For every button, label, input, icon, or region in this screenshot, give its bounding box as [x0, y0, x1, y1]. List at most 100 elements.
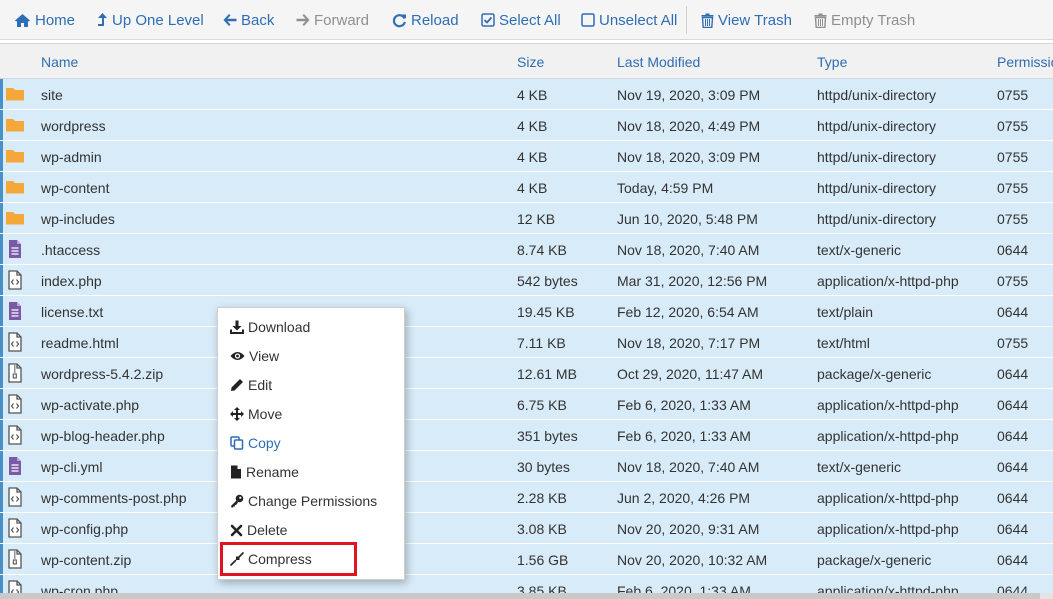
text-file-icon [5, 456, 25, 476]
table-row[interactable]: site 4 KB Nov 19, 2020, 3:09 PM httpd/unix-… [0, 79, 1053, 110]
unselect-all-button[interactable]: Unselect All [581, 10, 677, 30]
menu-item-change-permissions[interactable]: Change Permissions [230, 491, 377, 511]
cell-name: wordpress [41, 118, 106, 134]
cell-modified: Nov 18, 2020, 3:09 PM [617, 149, 761, 165]
column-header-permissions[interactable]: Permissions [997, 54, 1053, 70]
menu-item-download[interactable]: Download [230, 317, 310, 337]
table-row[interactable]: wp-content.zip 1.56 GB Nov 20, 2020, 10:32… [0, 544, 1053, 575]
column-header-name[interactable]: Name [41, 54, 78, 70]
context-menu: Download View Edit Move Copy Rename Chan… [217, 307, 405, 580]
menu-item-view[interactable]: View [230, 346, 279, 366]
table-row[interactable]: wordpress-5.4.2.zip 12.61 MB Oct 29, 2020,… [0, 358, 1053, 389]
cell-type: text/x-generic [817, 242, 902, 258]
cell-name: wp-comments-post.php [41, 490, 187, 506]
code-file-icon [5, 394, 25, 414]
arrow-right-icon [296, 14, 310, 26]
table-row[interactable]: wordpress 4 KB Nov 18, 2020, 4:49 PM httpd/… [0, 110, 1053, 141]
cell-type: httpd/unix-directory [817, 118, 937, 134]
cell-size: 351 bytes [517, 428, 578, 444]
cell-size: 4 KB [517, 118, 548, 134]
view-trash-button[interactable]: View Trash [701, 10, 792, 30]
table-row[interactable]: wp-config.php 3.08 KB Nov 20, 2020, 9:31 A… [0, 513, 1053, 544]
menu-item-delete-label: Delete [247, 522, 288, 538]
table-row[interactable]: wp-admin 4 KB Nov 18, 2020, 3:09 PM httpd/u… [0, 141, 1053, 172]
menu-item-edit-label: Edit [248, 377, 273, 393]
download-icon [230, 320, 244, 334]
menu-item-view-label: View [249, 348, 280, 364]
forward-label: Forward [314, 11, 370, 29]
column-header-size[interactable]: Size [517, 54, 544, 70]
cell-modified: Mar 31, 2020, 12:56 PM [617, 273, 768, 289]
checkbox-empty-icon [581, 13, 595, 27]
toolbar: Home Up One Level Back Forward Reload Se… [0, 0, 1053, 40]
forward-button[interactable]: Forward [296, 10, 369, 30]
arrow-left-icon [223, 14, 237, 26]
table-row[interactable]: readme.html 7.11 KB Nov 18, 2020, 7:17 PM t… [0, 327, 1053, 358]
cell-modified: Feb 6, 2020, 1:33 AM [617, 583, 751, 593]
cell-name: wp-activate.php [41, 397, 140, 413]
compress-icon [230, 552, 244, 566]
table-row[interactable]: wp-content 4 KB Today, 4:59 PM httpd/unix-d… [0, 172, 1053, 203]
cell-name: wp-content [41, 180, 110, 196]
cell-modified: Nov 18, 2020, 7:40 AM [617, 242, 760, 258]
up-one-level-button[interactable]: Up One Level [97, 10, 204, 30]
menu-item-copy-label: Copy [248, 435, 281, 451]
refresh-icon [392, 13, 406, 27]
back-button[interactable]: Back [223, 10, 274, 30]
scrollbar-thumb[interactable] [0, 593, 1040, 599]
menu-item-edit[interactable]: Edit [230, 375, 272, 395]
menu-item-compress[interactable]: Compress [230, 549, 312, 569]
table-row[interactable]: wp-comments-post.php 2.28 KB Jun 2, 2020, … [0, 482, 1053, 513]
cell-type: application/x-httpd-php [817, 273, 959, 289]
select-all-button[interactable]: Select All [481, 10, 561, 30]
cell-size: 4 KB [517, 149, 548, 165]
cell-type: package/x-generic [817, 366, 932, 382]
cell-name: wp-blog-header.php [41, 428, 165, 444]
table-row[interactable]: .htaccess 8.74 KB Nov 18, 2020, 7:40 AM tex… [0, 234, 1053, 265]
code-file-icon [5, 518, 25, 538]
cell-perms: 0644 [997, 428, 1029, 444]
cell-type: httpd/unix-directory [817, 180, 937, 196]
table-row[interactable]: wp-includes 12 KB Jun 10, 2020, 5:48 PM htt… [0, 203, 1053, 234]
column-header-type[interactable]: Type [817, 54, 847, 70]
cell-perms: 0755 [997, 180, 1029, 196]
cell-type: httpd/unix-directory [817, 149, 937, 165]
file-table-header: Name Size Last Modified Type Permissions [0, 43, 1053, 79]
reload-label: Reload [411, 11, 459, 29]
text-file-icon [5, 239, 25, 259]
cell-type: httpd/unix-directory [817, 87, 937, 103]
code-file-icon [5, 425, 25, 445]
home-button[interactable]: Home [14, 10, 75, 30]
cell-size: 2.28 KB [517, 490, 567, 506]
home-icon [15, 13, 30, 27]
menu-item-move[interactable]: Move [230, 404, 282, 424]
code-file-icon [5, 332, 25, 352]
move-icon [230, 407, 244, 421]
key-icon [231, 494, 244, 508]
cell-perms: 0644 [997, 490, 1029, 506]
menu-item-rename[interactable]: Rename [230, 462, 299, 482]
table-row[interactable]: license.txt 19.45 KB Feb 12, 2020, 6:54 AM… [0, 296, 1053, 327]
column-header-last-modified[interactable]: Last Modified [617, 54, 700, 70]
table-row[interactable]: index.php 542 bytes Mar 31, 2020, 12:56 PM… [0, 265, 1053, 296]
home-label: Home [35, 11, 76, 29]
folder-icon [5, 146, 25, 166]
back-label: Back [241, 11, 275, 29]
cell-size: 12.61 MB [517, 366, 577, 382]
cell-perms: 0644 [997, 304, 1029, 320]
menu-item-copy[interactable]: Copy [230, 433, 281, 453]
horizontal-scrollbar[interactable] [0, 593, 1053, 599]
empty-trash-label: Empty Trash [831, 11, 916, 29]
table-row[interactable]: wp-cli.yml 30 bytes Nov 18, 2020, 7:40 AM t… [0, 451, 1053, 482]
cell-name: wp-cron.php [41, 583, 119, 593]
table-row[interactable]: wp-cron.php 3.85 KB Feb 6, 2020, 1:33 AM ap… [0, 575, 1053, 593]
table-row[interactable]: wp-blog-header.php 351 bytes Feb 6, 2020, … [0, 420, 1053, 451]
menu-item-delete[interactable]: Delete [230, 520, 287, 540]
cell-size: 30 bytes [517, 459, 570, 475]
empty-trash-button[interactable]: Empty Trash [814, 10, 915, 30]
table-row[interactable]: wp-activate.php 6.75 KB Feb 6, 2020, 1:33 … [0, 389, 1053, 420]
copy-icon [230, 436, 244, 450]
cell-perms: 0755 [997, 273, 1029, 289]
cell-size: 3.08 KB [517, 521, 567, 537]
reload-button[interactable]: Reload [392, 10, 459, 30]
